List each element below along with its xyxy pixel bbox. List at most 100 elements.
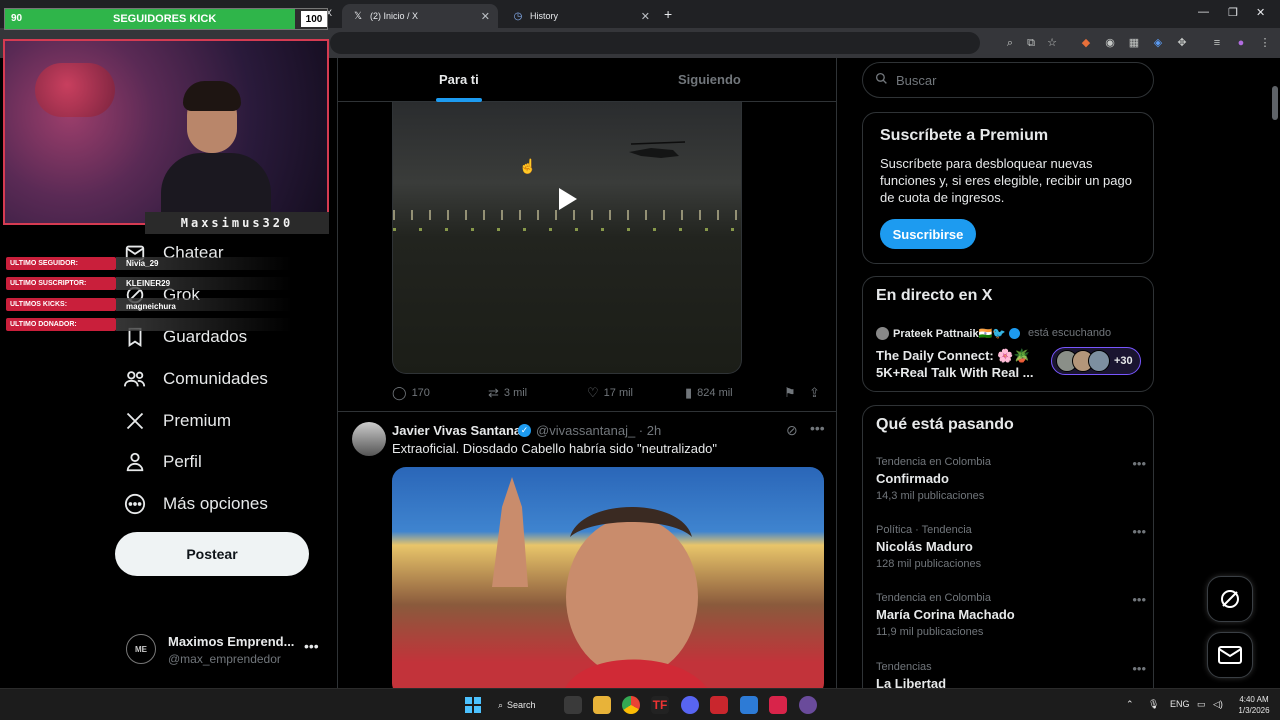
file-explorer-icon[interactable] [593,696,611,714]
trend-name: Confirmado [876,471,949,486]
x-favicon-icon: 𝕏 [353,10,363,22]
extension-shield-icon[interactable]: ◈ [1151,36,1165,50]
tweet-author-handle[interactable]: @vivassantanaj_ · 2h [536,423,661,438]
avatar [1088,350,1110,372]
overlay-value: magneichura [126,302,176,311]
tweet-video[interactable] [392,102,742,374]
taskbar-search[interactable]: ⌕ Search [498,696,550,714]
address-bar[interactable] [330,32,980,54]
feed-tabs: Para ti Siguiendo [338,58,836,102]
more-horizontal-icon[interactable]: ••• [1132,524,1146,539]
volume-icon[interactable]: ◁) [1213,699,1223,710]
network-icon[interactable]: ▭ [1197,699,1206,710]
like-button[interactable]: ♡ 17 mil [587,385,633,401]
share-button[interactable]: ⇪ [809,385,825,401]
more-horizontal-icon[interactable]: ••• [1132,661,1146,676]
nav-premium[interactable]: Premium [122,406,231,436]
extensions-puzzle-icon[interactable]: ✥ [1175,36,1189,50]
post-button[interactable]: Postear [115,532,309,576]
listener-count: +30 [1114,355,1133,367]
account-switcher[interactable]: ME Maximos Emprend... @max_emprendedor •… [126,630,326,670]
tweet-author-name[interactable]: Javier Vivas Santana [392,423,521,438]
profile-avatar-icon[interactable]: ● [1234,36,1248,50]
minimize-icon[interactable]: — [1198,6,1209,18]
nav-comunidades[interactable]: Comunidades [122,364,268,394]
close-tab-icon[interactable]: ✕ [481,10,490,23]
more-options-icon [122,491,148,517]
language-indicator[interactable]: ENG [1170,699,1190,709]
trend-name: María Corina Machado [876,607,1015,622]
grok-fab-button[interactable] [1207,576,1253,622]
trend-context: Tendencia en Colombia [876,456,991,468]
app-red-icon[interactable] [710,696,728,714]
microphone-icon[interactable]: 🎙 [1148,699,1159,710]
tweet-image[interactable] [392,467,824,688]
app-game-icon[interactable] [799,696,817,714]
messages-fab-button[interactable] [1207,632,1253,678]
windows-start-icon[interactable] [464,696,482,714]
clock-date: 1/3/2026 [1238,706,1270,715]
nav-perfil[interactable]: Perfil [122,447,202,477]
more-horizontal-icon[interactable]: ••• [304,638,319,654]
more-horizontal-icon[interactable]: ••• [810,420,825,436]
subscribe-button[interactable]: Suscribirse [880,219,976,249]
share-icon: ⇪ [809,385,820,400]
photos-icon[interactable] [740,696,758,714]
goal-current: 90 [11,13,23,24]
tray-chevron-icon[interactable]: ⌃ [1126,699,1134,710]
new-tab-icon[interactable]: + [664,6,672,22]
scrollbar-thumb[interactable] [1272,86,1278,120]
reply-button[interactable]: ◯ 170 [392,385,430,401]
taskbar-search-label: Search [507,700,536,710]
scrollbar[interactable] [1270,58,1280,688]
extension-grid-icon[interactable]: ▦ [1127,36,1141,50]
chrome-icon[interactable] [622,696,640,714]
close-tab-icon[interactable]: ✕ [641,10,650,23]
verified-badge-icon [1009,328,1020,339]
divider [338,411,836,412]
tab-para-ti[interactable]: Para ti [439,72,479,87]
nav-mas-opciones[interactable]: Más opciones [122,489,268,519]
trend-item[interactable]: Política · Tendencia Nicolás Maduro 128 … [876,524,1146,570]
repost-button[interactable]: ⇄ 3 mil [488,385,527,401]
install-icon[interactable]: ⧉ [1024,36,1038,50]
zoom-icon[interactable]: ⌕ [1003,36,1017,50]
listeners-badge[interactable]: +30 [1051,347,1141,375]
play-icon[interactable] [559,188,577,210]
account-name: Maximos Emprend... [168,634,295,649]
bookmark-button[interactable]: ⚑ [784,385,801,401]
views-button[interactable]: ▮ 824 mil [685,385,733,401]
search-input[interactable]: Buscar [862,62,1154,98]
tab-history[interactable]: ◷ History ✕ [502,4,658,28]
grok-explain-icon[interactable]: ⊘ [786,422,798,439]
close-window-icon[interactable]: ✕ [1256,6,1265,19]
tab-siguiendo[interactable]: Siguiendo [678,72,741,87]
profile-icon [122,449,148,475]
clock-time: 4:40 AM [1239,695,1269,704]
extension-fox-icon[interactable]: ◆ [1079,36,1093,50]
trend-item[interactable]: Tendencia en Colombia Confirmado 14,3 mi… [876,456,1146,502]
space-title[interactable]: The Daily Connect: 🌸🪴 5K+Real Talk With … [876,347,1046,381]
discord-icon[interactable] [681,696,699,714]
overlay-value: Nivia_29 [126,259,159,268]
restore-icon[interactable]: ❐ [1228,6,1238,19]
photo-illustration [492,477,707,688]
space-host[interactable]: Prateek Pattnaik🇮🇳🐦 [876,327,1020,340]
menu-kebab-icon[interactable]: ⋮ [1258,36,1272,50]
more-horizontal-icon[interactable]: ••• [1132,592,1146,607]
bookmark-star-icon[interactable]: ☆ [1045,36,1059,50]
task-view-icon[interactable] [564,696,582,714]
trend-item[interactable]: Tendencia en Colombia María Corina Macha… [876,592,1146,638]
timeline: Para ti Siguiendo ◯ 170 ⇄ 3 mil ♡ 17 mil… [337,58,837,688]
system-clock[interactable]: 4:40 AM 1/3/2026 [1230,694,1278,716]
tab-search-icon[interactable]: ≡ [1210,36,1224,50]
app-tf-icon[interactable]: TF [651,696,669,714]
trend-item[interactable]: Tendencias La Libertad ••• [876,661,1146,688]
tab-inicio-x[interactable]: 𝕏 (2) Inicio / X ✕ [342,4,498,28]
overlay-label: ULTIMO DONADOR: [6,318,116,331]
more-horizontal-icon[interactable]: ••• [1132,456,1146,471]
active-tab-indicator [436,98,482,102]
extension-circle-icon[interactable]: ◉ [1103,36,1117,50]
avatar[interactable] [352,422,386,456]
app-pink-icon[interactable] [769,696,787,714]
